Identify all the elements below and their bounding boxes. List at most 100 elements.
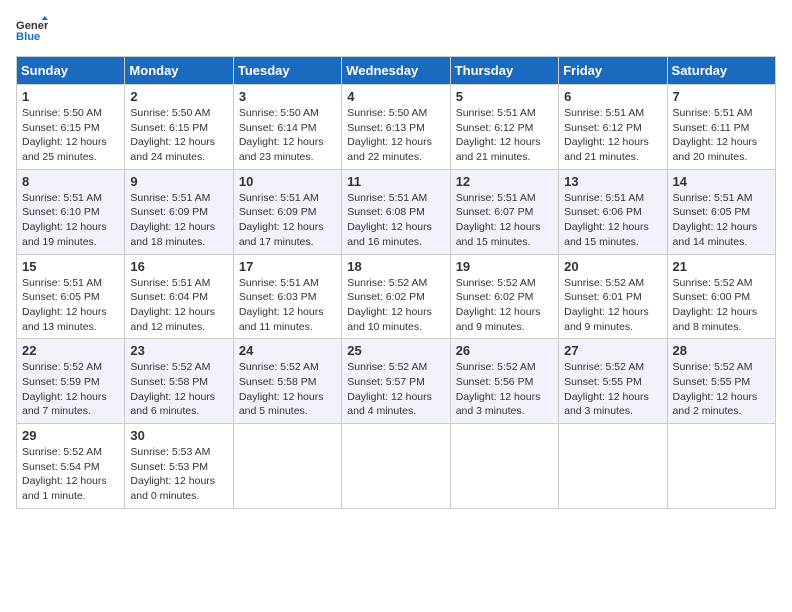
day-number: 10 bbox=[239, 174, 336, 189]
day-number: 17 bbox=[239, 259, 336, 274]
day-info: Sunrise: 5:52 AMSunset: 5:54 PMDaylight:… bbox=[22, 445, 119, 504]
day-info: Sunrise: 5:50 AMSunset: 6:15 PMDaylight:… bbox=[130, 106, 227, 165]
calendar-cell bbox=[233, 424, 341, 509]
day-info: Sunrise: 5:51 AMSunset: 6:08 PMDaylight:… bbox=[347, 191, 444, 250]
day-number: 24 bbox=[239, 343, 336, 358]
day-number: 8 bbox=[22, 174, 119, 189]
day-info: Sunrise: 5:52 AMSunset: 5:58 PMDaylight:… bbox=[239, 360, 336, 419]
calendar-table: SundayMondayTuesdayWednesdayThursdayFrid… bbox=[16, 56, 776, 509]
day-info: Sunrise: 5:52 AMSunset: 5:55 PMDaylight:… bbox=[564, 360, 661, 419]
calendar-cell: 9 Sunrise: 5:51 AMSunset: 6:09 PMDaylight… bbox=[125, 169, 233, 254]
day-info: Sunrise: 5:52 AMSunset: 6:02 PMDaylight:… bbox=[456, 276, 553, 335]
day-info: Sunrise: 5:52 AMSunset: 5:56 PMDaylight:… bbox=[456, 360, 553, 419]
day-info: Sunrise: 5:51 AMSunset: 6:10 PMDaylight:… bbox=[22, 191, 119, 250]
day-number: 6 bbox=[564, 89, 661, 104]
calendar-cell: 28Sunrise: 5:52 AMSunset: 5:55 PMDayligh… bbox=[667, 339, 775, 424]
calendar-cell: 2 Sunrise: 5:50 AMSunset: 6:15 PMDaylight… bbox=[125, 85, 233, 170]
logo: General Blue bbox=[16, 16, 48, 44]
calendar-cell: 4 Sunrise: 5:50 AMSunset: 6:13 PMDaylight… bbox=[342, 85, 450, 170]
calendar-cell: 6 Sunrise: 5:51 AMSunset: 6:12 PMDaylight… bbox=[559, 85, 667, 170]
dow-header: Monday bbox=[125, 57, 233, 85]
day-info: Sunrise: 5:52 AMSunset: 5:55 PMDaylight:… bbox=[673, 360, 770, 419]
day-info: Sunrise: 5:50 AMSunset: 6:15 PMDaylight:… bbox=[22, 106, 119, 165]
day-info: Sunrise: 5:52 AMSunset: 6:02 PMDaylight:… bbox=[347, 276, 444, 335]
day-number: 15 bbox=[22, 259, 119, 274]
day-number: 18 bbox=[347, 259, 444, 274]
calendar-cell: 16 Sunrise: 5:51 AMSunset: 6:04 PMDayligh… bbox=[125, 254, 233, 339]
calendar-cell: 3 Sunrise: 5:50 AMSunset: 6:14 PMDaylight… bbox=[233, 85, 341, 170]
day-number: 12 bbox=[456, 174, 553, 189]
calendar-cell: 22 Sunrise: 5:52 AMSunset: 5:59 PMDayligh… bbox=[17, 339, 125, 424]
day-number: 9 bbox=[130, 174, 227, 189]
day-number: 3 bbox=[239, 89, 336, 104]
calendar-cell: 27Sunrise: 5:52 AMSunset: 5:55 PMDayligh… bbox=[559, 339, 667, 424]
dow-header: Friday bbox=[559, 57, 667, 85]
calendar-cell: 5Sunrise: 5:51 AMSunset: 6:12 PMDaylight… bbox=[450, 85, 558, 170]
calendar-cell bbox=[450, 424, 558, 509]
svg-text:Blue: Blue bbox=[16, 31, 40, 43]
calendar-cell: 26 Sunrise: 5:52 AMSunset: 5:56 PMDayligh… bbox=[450, 339, 558, 424]
day-number: 20 bbox=[564, 259, 661, 274]
day-info: Sunrise: 5:52 AMSunset: 5:57 PMDaylight:… bbox=[347, 360, 444, 419]
calendar-cell: 29 Sunrise: 5:52 AMSunset: 5:54 PMDayligh… bbox=[17, 424, 125, 509]
calendar-cell: 30 Sunrise: 5:53 AMSunset: 5:53 PMDayligh… bbox=[125, 424, 233, 509]
day-number: 30 bbox=[130, 428, 227, 443]
day-number: 22 bbox=[22, 343, 119, 358]
calendar-cell: 14 Sunrise: 5:51 AMSunset: 6:05 PMDayligh… bbox=[667, 169, 775, 254]
day-info: Sunrise: 5:50 AMSunset: 6:14 PMDaylight:… bbox=[239, 106, 336, 165]
day-number: 16 bbox=[130, 259, 227, 274]
day-info: Sunrise: 5:51 AMSunset: 6:04 PMDaylight:… bbox=[130, 276, 227, 335]
calendar-cell: 10 Sunrise: 5:51 AMSunset: 6:09 PMDayligh… bbox=[233, 169, 341, 254]
day-number: 19 bbox=[456, 259, 553, 274]
day-number: 1 bbox=[22, 89, 119, 104]
calendar-cell bbox=[667, 424, 775, 509]
calendar-cell: 1 Sunrise: 5:50 AMSunset: 6:15 PMDaylight… bbox=[17, 85, 125, 170]
dow-header: Wednesday bbox=[342, 57, 450, 85]
day-info: Sunrise: 5:51 AMSunset: 6:12 PMDaylight:… bbox=[564, 106, 661, 165]
day-info: Sunrise: 5:52 AMSunset: 6:00 PMDaylight:… bbox=[673, 276, 770, 335]
calendar-cell bbox=[559, 424, 667, 509]
day-number: 14 bbox=[673, 174, 770, 189]
calendar-cell: 23 Sunrise: 5:52 AMSunset: 5:58 PMDayligh… bbox=[125, 339, 233, 424]
calendar-cell: 11 Sunrise: 5:51 AMSunset: 6:08 PMDayligh… bbox=[342, 169, 450, 254]
day-number: 11 bbox=[347, 174, 444, 189]
day-number: 13 bbox=[564, 174, 661, 189]
calendar-cell: 24 Sunrise: 5:52 AMSunset: 5:58 PMDayligh… bbox=[233, 339, 341, 424]
calendar-cell: 15 Sunrise: 5:51 AMSunset: 6:05 PMDayligh… bbox=[17, 254, 125, 339]
day-info: Sunrise: 5:51 AMSunset: 6:03 PMDaylight:… bbox=[239, 276, 336, 335]
day-info: Sunrise: 5:51 AMSunset: 6:09 PMDaylight:… bbox=[239, 191, 336, 250]
day-info: Sunrise: 5:52 AMSunset: 5:58 PMDaylight:… bbox=[130, 360, 227, 419]
calendar-cell: 25 Sunrise: 5:52 AMSunset: 5:57 PMDayligh… bbox=[342, 339, 450, 424]
day-info: Sunrise: 5:51 AMSunset: 6:09 PMDaylight:… bbox=[130, 191, 227, 250]
calendar-cell: 20 Sunrise: 5:52 AMSunset: 6:01 PMDayligh… bbox=[559, 254, 667, 339]
calendar-cell: 13 Sunrise: 5:51 AMSunset: 6:06 PMDayligh… bbox=[559, 169, 667, 254]
day-number: 4 bbox=[347, 89, 444, 104]
day-info: Sunrise: 5:51 AMSunset: 6:06 PMDaylight:… bbox=[564, 191, 661, 250]
dow-header: Thursday bbox=[450, 57, 558, 85]
day-info: Sunrise: 5:50 AMSunset: 6:13 PMDaylight:… bbox=[347, 106, 444, 165]
dow-header: Saturday bbox=[667, 57, 775, 85]
day-info: Sunrise: 5:51 AMSunset: 6:05 PMDaylight:… bbox=[22, 276, 119, 335]
day-number: 21 bbox=[673, 259, 770, 274]
day-info: Sunrise: 5:52 AMSunset: 5:59 PMDaylight:… bbox=[22, 360, 119, 419]
day-number: 29 bbox=[22, 428, 119, 443]
calendar-cell: 12 Sunrise: 5:51 AMSunset: 6:07 PMDayligh… bbox=[450, 169, 558, 254]
svg-text:General: General bbox=[16, 20, 48, 32]
dow-header: Tuesday bbox=[233, 57, 341, 85]
calendar-cell: 7 Sunrise: 5:51 AMSunset: 6:11 PMDaylight… bbox=[667, 85, 775, 170]
day-info: Sunrise: 5:52 AMSunset: 6:01 PMDaylight:… bbox=[564, 276, 661, 335]
day-number: 2 bbox=[130, 89, 227, 104]
day-number: 7 bbox=[673, 89, 770, 104]
calendar-cell: 17 Sunrise: 5:51 AMSunset: 6:03 PMDayligh… bbox=[233, 254, 341, 339]
day-info: Sunrise: 5:51 AMSunset: 6:05 PMDaylight:… bbox=[673, 191, 770, 250]
calendar-cell: 8 Sunrise: 5:51 AMSunset: 6:10 PMDaylight… bbox=[17, 169, 125, 254]
day-number: 23 bbox=[130, 343, 227, 358]
day-info: Sunrise: 5:51 AMSunset: 6:11 PMDaylight:… bbox=[673, 106, 770, 165]
day-info: Sunrise: 5:53 AMSunset: 5:53 PMDaylight:… bbox=[130, 445, 227, 504]
calendar-cell: 19 Sunrise: 5:52 AMSunset: 6:02 PMDayligh… bbox=[450, 254, 558, 339]
calendar-cell: 18 Sunrise: 5:52 AMSunset: 6:02 PMDayligh… bbox=[342, 254, 450, 339]
day-info: Sunrise: 5:51 AMSunset: 6:07 PMDaylight:… bbox=[456, 191, 553, 250]
page-header: General Blue bbox=[16, 16, 776, 44]
day-number: 26 bbox=[456, 343, 553, 358]
day-number: 25 bbox=[347, 343, 444, 358]
